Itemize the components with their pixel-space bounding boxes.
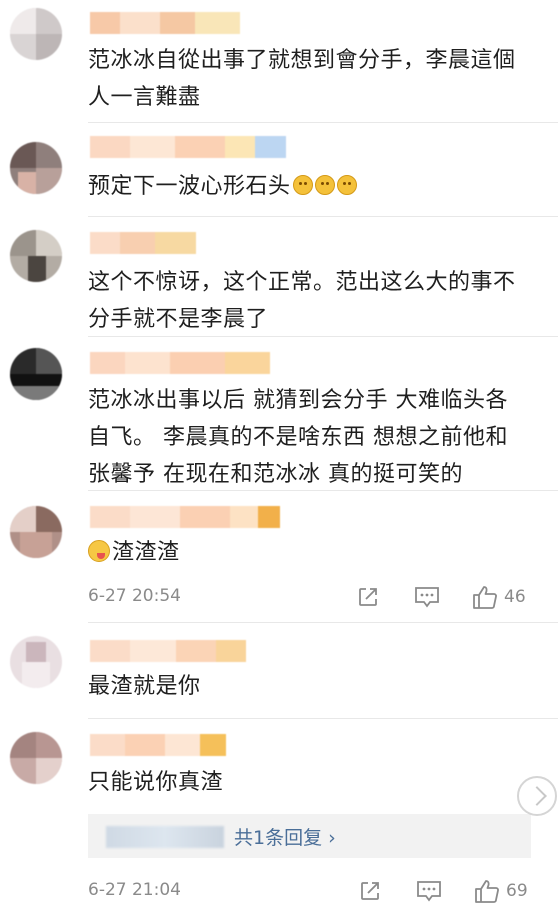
comment-feed: 范冰冰自從出事了就想到會分手，李晨這個 人一言難盡 预定下一波心形石头 这个不惊… xyxy=(0,0,558,922)
comment-text: 渣渣渣 xyxy=(88,534,538,571)
like-icon xyxy=(473,586,497,609)
reply-preview-box[interactable]: 共1条回复 › xyxy=(88,814,531,858)
avatar[interactable] xyxy=(10,348,62,400)
comment-meta: 6-27 20:54 46 xyxy=(88,582,538,612)
comment-text: 最渣就是你 xyxy=(88,668,538,705)
divider xyxy=(88,490,558,491)
cat-face-icon xyxy=(314,175,335,195)
comment-text-line: 范冰冰自從出事了就想到會分手，李晨這個 xyxy=(88,48,516,73)
comment-text-line: 人一言難盡 xyxy=(88,85,201,110)
comment-text-line: 预定下一波心形石头 xyxy=(88,174,291,199)
comment-text-line: 最渣就是你 xyxy=(88,674,201,699)
cat-face-icon xyxy=(292,175,313,195)
divider xyxy=(88,216,558,217)
comment-button[interactable] xyxy=(414,582,440,612)
username-blurred[interactable] xyxy=(90,232,196,254)
avatar[interactable] xyxy=(10,636,62,688)
like-count: 46 xyxy=(504,587,526,607)
comment-text-line: 范冰冰出事以后 就猜到会分手 大难临头各 xyxy=(88,388,508,413)
comment-text-line: 自飞。 李晨真的不是啥东西 想想之前他和 xyxy=(88,425,508,450)
comment-meta: 6-27 21:04 69 xyxy=(88,876,538,906)
repost-icon xyxy=(361,882,379,900)
timestamp: 6-27 20:54 xyxy=(88,586,181,606)
view-replies-link[interactable]: 共1条回复 › xyxy=(234,823,336,850)
comment-text: 范冰冰自從出事了就想到會分手，李晨這個 人一言難盡 xyxy=(88,42,538,116)
tongue-face-icon xyxy=(88,540,110,562)
avatar[interactable] xyxy=(10,732,62,784)
comment-text-line: 分手就不是李晨了 xyxy=(88,307,269,332)
username-blurred[interactable] xyxy=(90,506,280,528)
like-count: 69 xyxy=(506,881,528,901)
divider xyxy=(88,718,558,719)
comment-icon xyxy=(417,881,441,902)
comment-text: 这个不惊讶，这个正常。范出这么大的事不 分手就不是李晨了 xyxy=(88,264,538,338)
username-blurred[interactable] xyxy=(90,352,270,374)
repost-icon xyxy=(359,588,377,606)
cat-face-icon xyxy=(336,175,357,195)
divider xyxy=(88,336,558,337)
comment-text: 范冰冰出事以后 就猜到会分手 大难临头各 自飞。 李晨真的不是啥东西 想想之前他… xyxy=(88,382,538,493)
username-blurred[interactable] xyxy=(90,12,240,34)
comment-text-line: 这个不惊讶，这个正常。范出这么大的事不 xyxy=(88,270,516,295)
avatar[interactable] xyxy=(10,8,62,60)
repost-button[interactable] xyxy=(358,876,382,906)
comment-text: 预定下一波心形石头 xyxy=(88,168,538,205)
username-blurred[interactable] xyxy=(90,136,286,158)
repost-button[interactable] xyxy=(356,582,380,612)
username-blurred[interactable] xyxy=(90,734,226,756)
comment-text-line: 渣渣渣 xyxy=(112,540,180,565)
comment-icon xyxy=(415,587,439,608)
divider xyxy=(88,622,558,623)
timestamp: 6-27 21:04 xyxy=(88,880,181,900)
avatar[interactable] xyxy=(10,506,62,558)
comment-text-line: 张馨予 在现在和范冰冰 真的挺可笑的 xyxy=(88,462,463,487)
like-button[interactable]: 46 xyxy=(472,582,526,612)
avatar[interactable] xyxy=(10,230,62,282)
comment-button[interactable] xyxy=(416,876,442,906)
scroll-to-top-button[interactable] xyxy=(517,776,557,816)
username-blurred[interactable] xyxy=(90,640,246,662)
divider xyxy=(88,122,558,123)
like-button[interactable]: 69 xyxy=(474,876,528,906)
like-icon xyxy=(475,880,499,903)
comment-text: 只能说你真渣 xyxy=(88,764,538,801)
comment-text-line: 只能说你真渣 xyxy=(88,770,224,795)
avatar[interactable] xyxy=(10,142,62,194)
reply-author-blurred xyxy=(106,826,224,848)
